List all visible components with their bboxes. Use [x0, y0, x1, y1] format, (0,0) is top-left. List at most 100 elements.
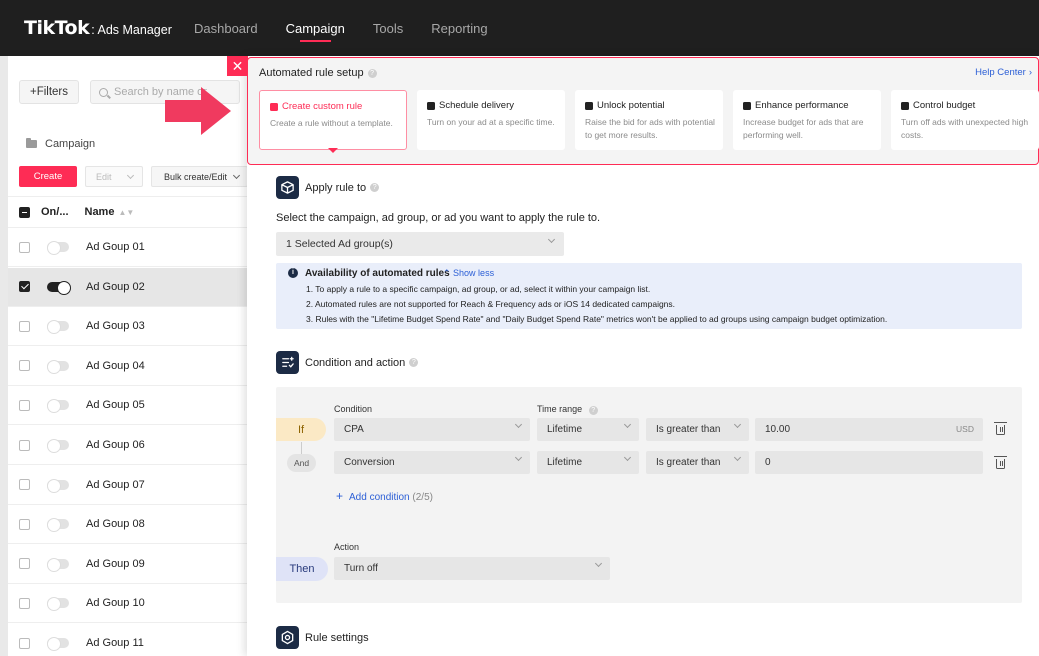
adgroup-name[interactable]: Ad Goup 08: [86, 518, 145, 530]
metric-select[interactable]: Conversion: [334, 451, 530, 474]
table-row[interactable]: Ad Goup 08: [8, 505, 248, 545]
adgroup-name[interactable]: Ad Goup 10: [86, 597, 145, 609]
chevron-right-icon: ›: [1028, 67, 1032, 78]
status-toggle[interactable]: [47, 399, 69, 414]
row-checkbox[interactable]: [19, 597, 30, 609]
table-row[interactable]: Ad Goup 11: [8, 624, 248, 656]
row-checkbox[interactable]: [19, 439, 30, 451]
adgroup-name[interactable]: Ad Goup 03: [86, 320, 145, 332]
status-toggle[interactable]: [47, 557, 69, 572]
row-checkbox[interactable]: [19, 637, 30, 649]
operator-select[interactable]: Is greater than: [646, 451, 749, 474]
adgroup-select[interactable]: 1 Selected Ad group(s): [276, 232, 564, 256]
status-toggle[interactable]: [47, 637, 69, 651]
operator-select[interactable]: Is greater than: [646, 418, 749, 441]
rule-template-card[interactable]: Create custom rule Create a rule without …: [259, 90, 407, 150]
row-checkbox[interactable]: [19, 558, 30, 570]
nav-campaign[interactable]: Campaign: [286, 0, 345, 56]
condition-label: Condition: [334, 404, 373, 414]
help-center-text: Help Center: [975, 67, 1026, 78]
adgroup-name[interactable]: Ad Goup 04: [86, 360, 145, 372]
adgroup-name[interactable]: Ad Goup 07: [86, 479, 145, 491]
show-less-link[interactable]: ⌃ Show less: [443, 268, 494, 279]
rule-template-card[interactable]: Control budget Turn off ads with unexpect…: [891, 90, 1039, 150]
action-select[interactable]: Turn off: [334, 557, 610, 580]
automated-rule-drawer: Automated rule setup ? Help Center › Crea…: [247, 56, 1039, 656]
row-checkbox[interactable]: [19, 281, 30, 293]
and-pill[interactable]: And: [287, 454, 316, 472]
status-toggle[interactable]: [47, 439, 69, 453]
nav-dashboard[interactable]: Dashboard: [194, 0, 258, 56]
edit-button[interactable]: Edit: [85, 166, 143, 187]
nav-reporting[interactable]: Reporting: [431, 0, 487, 56]
row-checkbox[interactable]: [19, 320, 30, 332]
time-range-select[interactable]: Lifetime: [537, 418, 639, 441]
row-checkbox[interactable]: [19, 241, 30, 253]
trash-icon[interactable]: [994, 456, 1007, 469]
help-icon[interactable]: ?: [367, 68, 377, 78]
add-condition-button[interactable]: + Add condition (2/5): [336, 489, 433, 503]
action-label: Action: [334, 542, 360, 552]
status-toggle[interactable]: [47, 597, 69, 612]
close-icon[interactable]: ✕: [227, 56, 248, 76]
col-onoff[interactable]: On/...: [41, 206, 69, 218]
table-row[interactable]: Ad Goup 09: [8, 545, 248, 584]
help-icon[interactable]: ?: [370, 183, 380, 192]
adgroup-name[interactable]: Ad Goup 11: [86, 637, 144, 649]
status-toggle[interactable]: [47, 478, 69, 493]
table-row[interactable]: Ad Goup 07: [8, 466, 248, 505]
metric-select[interactable]: CPA: [334, 418, 530, 441]
help-icon[interactable]: ?: [409, 358, 419, 367]
table-row[interactable]: Ad Goup 05: [8, 386, 248, 426]
col-name[interactable]: Name: [85, 206, 115, 218]
help-center-link[interactable]: Help Center ›: [972, 67, 1032, 78]
bulk-create-edit-button[interactable]: Bulk create/Edit: [151, 166, 248, 187]
setup-title-text: Automated rule setup: [259, 67, 364, 79]
select-all-checkbox[interactable]: [19, 206, 30, 218]
row-checkbox[interactable]: [19, 360, 30, 372]
adgroup-name[interactable]: Ad Goup 01: [86, 241, 145, 253]
chevron-down-icon: [733, 453, 742, 462]
tiktok-ads-logo[interactable]: TikTok : Ads Manager: [24, 17, 194, 39]
time-range-select[interactable]: Lifetime: [537, 451, 639, 474]
card-title-text: Unlock potential: [597, 100, 665, 111]
status-toggle[interactable]: [47, 518, 69, 533]
table-row[interactable]: Ad Goup 02: [8, 267, 248, 307]
nav-tools[interactable]: Tools: [373, 0, 403, 56]
status-toggle[interactable]: [47, 280, 71, 295]
create-button[interactable]: Create: [19, 166, 77, 187]
sort-icon[interactable]: ▲▼: [118, 208, 134, 217]
adgroup-select-value: 1 Selected Ad group(s): [286, 238, 393, 250]
operator-select-value: Is greater than: [656, 424, 721, 435]
table-row[interactable]: Ad Goup 06: [8, 426, 248, 465]
table-row[interactable]: Ad Goup 01: [8, 228, 248, 267]
row-checkbox[interactable]: [19, 518, 30, 530]
rule-template-card[interactable]: Unlock potential Raise the bid for ads wi…: [575, 90, 723, 150]
show-less-text: Show less: [453, 268, 495, 278]
table-row[interactable]: Ad Goup 03: [8, 307, 248, 347]
status-toggle[interactable]: [47, 359, 69, 374]
table-row[interactable]: Ad Goup 10: [8, 584, 248, 624]
plus-icon: +: [336, 489, 344, 503]
help-icon[interactable]: ?: [588, 406, 598, 415]
status-toggle[interactable]: [47, 320, 69, 335]
value-input[interactable]: 0: [755, 451, 983, 474]
list-header: On/... Name ▲▼: [8, 196, 248, 228]
settings-hexagon-icon: [276, 626, 299, 649]
table-row[interactable]: Ad Goup 04: [8, 347, 248, 386]
rule-template-card[interactable]: Schedule delivery Turn on your ad at a sp…: [417, 90, 565, 150]
value-input[interactable]: 10.00 USD: [755, 418, 983, 441]
adgroup-name[interactable]: Ad Goup 06: [86, 439, 145, 451]
adgroup-name[interactable]: Ad Goup 09: [86, 558, 145, 570]
filters-button[interactable]: +Filters: [19, 80, 79, 104]
adgroup-name[interactable]: Ad Goup 05: [86, 399, 145, 411]
trash-icon[interactable]: [994, 422, 1007, 435]
rule-template-card[interactable]: Enhance performance Increase budget for a…: [733, 90, 881, 150]
metric-select-value: Conversion: [344, 457, 395, 468]
status-toggle[interactable]: [47, 241, 69, 255]
adgroup-name[interactable]: Ad Goup 02: [86, 281, 145, 293]
campaign-breadcrumb[interactable]: Campaign: [26, 138, 95, 150]
row-checkbox[interactable]: [19, 479, 30, 491]
apply-rule-subtitle: Select the campaign, ad group, or ad you…: [276, 212, 601, 224]
row-checkbox[interactable]: [19, 399, 30, 411]
